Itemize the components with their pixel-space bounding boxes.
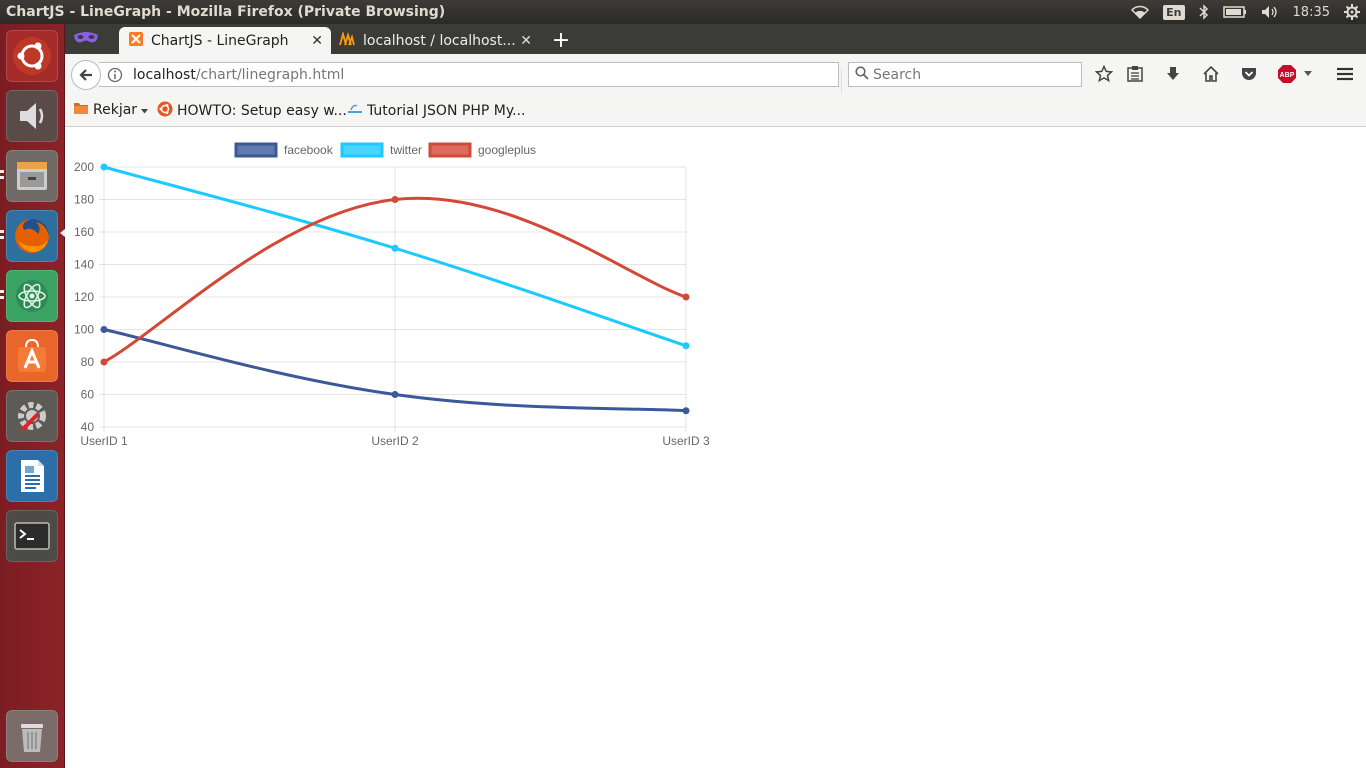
menu-hamburger-icon[interactable] bbox=[1335, 64, 1355, 84]
x-tick-label: UserID 2 bbox=[371, 434, 419, 448]
navigation-toolbar: localhost/chart/linegraph.html Search AB… bbox=[65, 54, 1366, 94]
data-point-twitter[interactable] bbox=[682, 342, 690, 350]
url-bar[interactable]: localhost/chart/linegraph.html bbox=[99, 62, 862, 93]
chart-legend: facebook twitter googleplus bbox=[234, 142, 536, 158]
launcher bbox=[0, 24, 65, 768]
y-tick-label: 140 bbox=[74, 258, 94, 272]
bookmark-label: HOWTO: Setup easy w... bbox=[177, 103, 347, 119]
data-point-googleplus[interactable] bbox=[682, 293, 690, 301]
search-icon bbox=[855, 65, 869, 84]
bookmark-label: Tutorial JSON PHP My... bbox=[367, 103, 526, 119]
search-placeholder: Search bbox=[873, 66, 922, 83]
bookmarks-toolbar: Rekjar HOWTO: Setup easy w... Tutorial J… bbox=[65, 94, 1366, 127]
files-icon[interactable] bbox=[6, 150, 58, 202]
bluetooth-icon[interactable] bbox=[1199, 4, 1209, 20]
page-favicon-icon bbox=[347, 101, 363, 121]
site-info-icon[interactable] bbox=[107, 67, 123, 87]
x-tick-label: UserID 3 bbox=[662, 434, 710, 448]
pocket-icon[interactable] bbox=[1239, 64, 1259, 84]
data-point-twitter[interactable] bbox=[391, 244, 399, 252]
page-content: facebook twitter googleplus 40 60 80 100 120 14… bbox=[65, 127, 1366, 768]
adblock-dropdown-icon[interactable] bbox=[1301, 64, 1315, 84]
close-tab-icon[interactable]: ✕ bbox=[520, 33, 532, 49]
bookmark-tutorial-json[interactable]: Tutorial JSON PHP My... bbox=[347, 101, 525, 121]
tab-chartjs-linegraph[interactable]: ChartJS - LineGraph ✕ bbox=[119, 27, 331, 54]
trash-icon[interactable] bbox=[6, 710, 58, 762]
downloads-icon[interactable] bbox=[1163, 64, 1183, 84]
legend-label-facebook[interactable]: facebook bbox=[284, 143, 334, 157]
y-tick-label: 120 bbox=[74, 290, 94, 304]
wifi-icon[interactable] bbox=[1131, 5, 1150, 19]
sound-icon[interactable] bbox=[6, 90, 58, 142]
y-axis: 40 60 80 100 120 140 160 180 200 bbox=[74, 160, 94, 434]
tab-bar: ChartJS - LineGraph ✕ localhost / localh… bbox=[65, 24, 1366, 54]
y-tick-label: 200 bbox=[74, 160, 94, 174]
atom-icon[interactable] bbox=[6, 270, 58, 322]
ubuntu-dash-icon[interactable] bbox=[6, 30, 58, 82]
url-host: localhost bbox=[133, 66, 196, 83]
battery-icon[interactable] bbox=[1222, 6, 1247, 18]
bookmark-star-icon[interactable] bbox=[1094, 64, 1114, 84]
home-icon[interactable] bbox=[1201, 64, 1221, 84]
firefox-icon[interactable] bbox=[6, 210, 58, 262]
y-tick-label: 80 bbox=[81, 355, 95, 369]
legend-swatch-twitter[interactable] bbox=[340, 142, 384, 158]
settings-gear-icon[interactable] bbox=[1344, 4, 1360, 20]
svg-text:ABP: ABP bbox=[1280, 72, 1295, 79]
y-tick-label: 60 bbox=[81, 388, 95, 402]
ubuntu-favicon-icon bbox=[157, 101, 173, 121]
legend-swatch-facebook[interactable] bbox=[234, 142, 278, 158]
tab-localhost[interactable]: localhost / localhost... ✕ bbox=[335, 27, 540, 54]
y-tick-label: 100 bbox=[74, 323, 94, 337]
terminal-icon[interactable] bbox=[6, 510, 58, 562]
private-browsing-mask-icon bbox=[73, 30, 99, 50]
phpmyadmin-favicon-icon bbox=[339, 30, 355, 50]
data-point-googleplus[interactable] bbox=[100, 358, 108, 366]
chevron-down-icon bbox=[141, 102, 149, 118]
clock[interactable]: 18:35 bbox=[1293, 5, 1330, 20]
bookmark-folder-rekjar[interactable]: Rekjar bbox=[73, 101, 149, 119]
data-point-twitter[interactable] bbox=[100, 163, 108, 171]
xampp-favicon-icon bbox=[129, 31, 143, 50]
legend-label-googleplus[interactable]: googleplus bbox=[478, 143, 536, 157]
new-tab-button[interactable]: + bbox=[547, 27, 575, 54]
y-tick-label: 40 bbox=[81, 420, 95, 434]
back-button[interactable] bbox=[71, 60, 101, 90]
line-chart: facebook twitter googleplus 40 60 80 100 120 14… bbox=[74, 142, 710, 448]
data-point-facebook[interactable] bbox=[391, 391, 399, 398]
data-point-facebook[interactable] bbox=[682, 407, 690, 415]
bookmark-label: Rekjar bbox=[93, 102, 138, 118]
reading-list-icon[interactable] bbox=[1125, 64, 1145, 84]
y-tick-label: 180 bbox=[74, 193, 94, 207]
y-tick-label: 160 bbox=[74, 225, 94, 239]
x-tick-label: UserID 1 bbox=[80, 434, 128, 448]
volume-icon[interactable] bbox=[1261, 5, 1279, 19]
bookmark-howto[interactable]: HOWTO: Setup easy w... bbox=[157, 101, 347, 121]
tab-label: localhost / localhost... bbox=[363, 32, 516, 49]
keyboard-layout-indicator[interactable]: En bbox=[1163, 4, 1185, 20]
legend-swatch-googleplus[interactable] bbox=[428, 142, 472, 158]
window-title: ChartJS - LineGraph - Mozilla Firefox (P… bbox=[6, 4, 446, 20]
adblock-plus-icon[interactable]: ABP bbox=[1277, 64, 1297, 84]
software-center-icon[interactable] bbox=[6, 330, 58, 382]
system-settings-icon[interactable] bbox=[6, 390, 58, 442]
tab-label: ChartJS - LineGraph bbox=[151, 32, 289, 49]
writer-icon[interactable] bbox=[6, 450, 58, 502]
folder-icon bbox=[73, 101, 89, 119]
close-tab-icon[interactable]: ✕ bbox=[311, 33, 323, 49]
x-axis: UserID 1 UserID 2 UserID 3 bbox=[80, 434, 710, 448]
top-panel: ChartJS - LineGraph - Mozilla Firefox (P… bbox=[0, 0, 1366, 24]
url-path: /chart/linegraph.html bbox=[195, 66, 345, 83]
data-point-facebook[interactable] bbox=[100, 326, 108, 333]
search-bar[interactable]: Search bbox=[848, 62, 1082, 87]
legend-label-twitter[interactable]: twitter bbox=[390, 143, 422, 157]
system-indicators: En 18:35 bbox=[1131, 0, 1360, 24]
data-point-googleplus[interactable] bbox=[391, 196, 399, 203]
